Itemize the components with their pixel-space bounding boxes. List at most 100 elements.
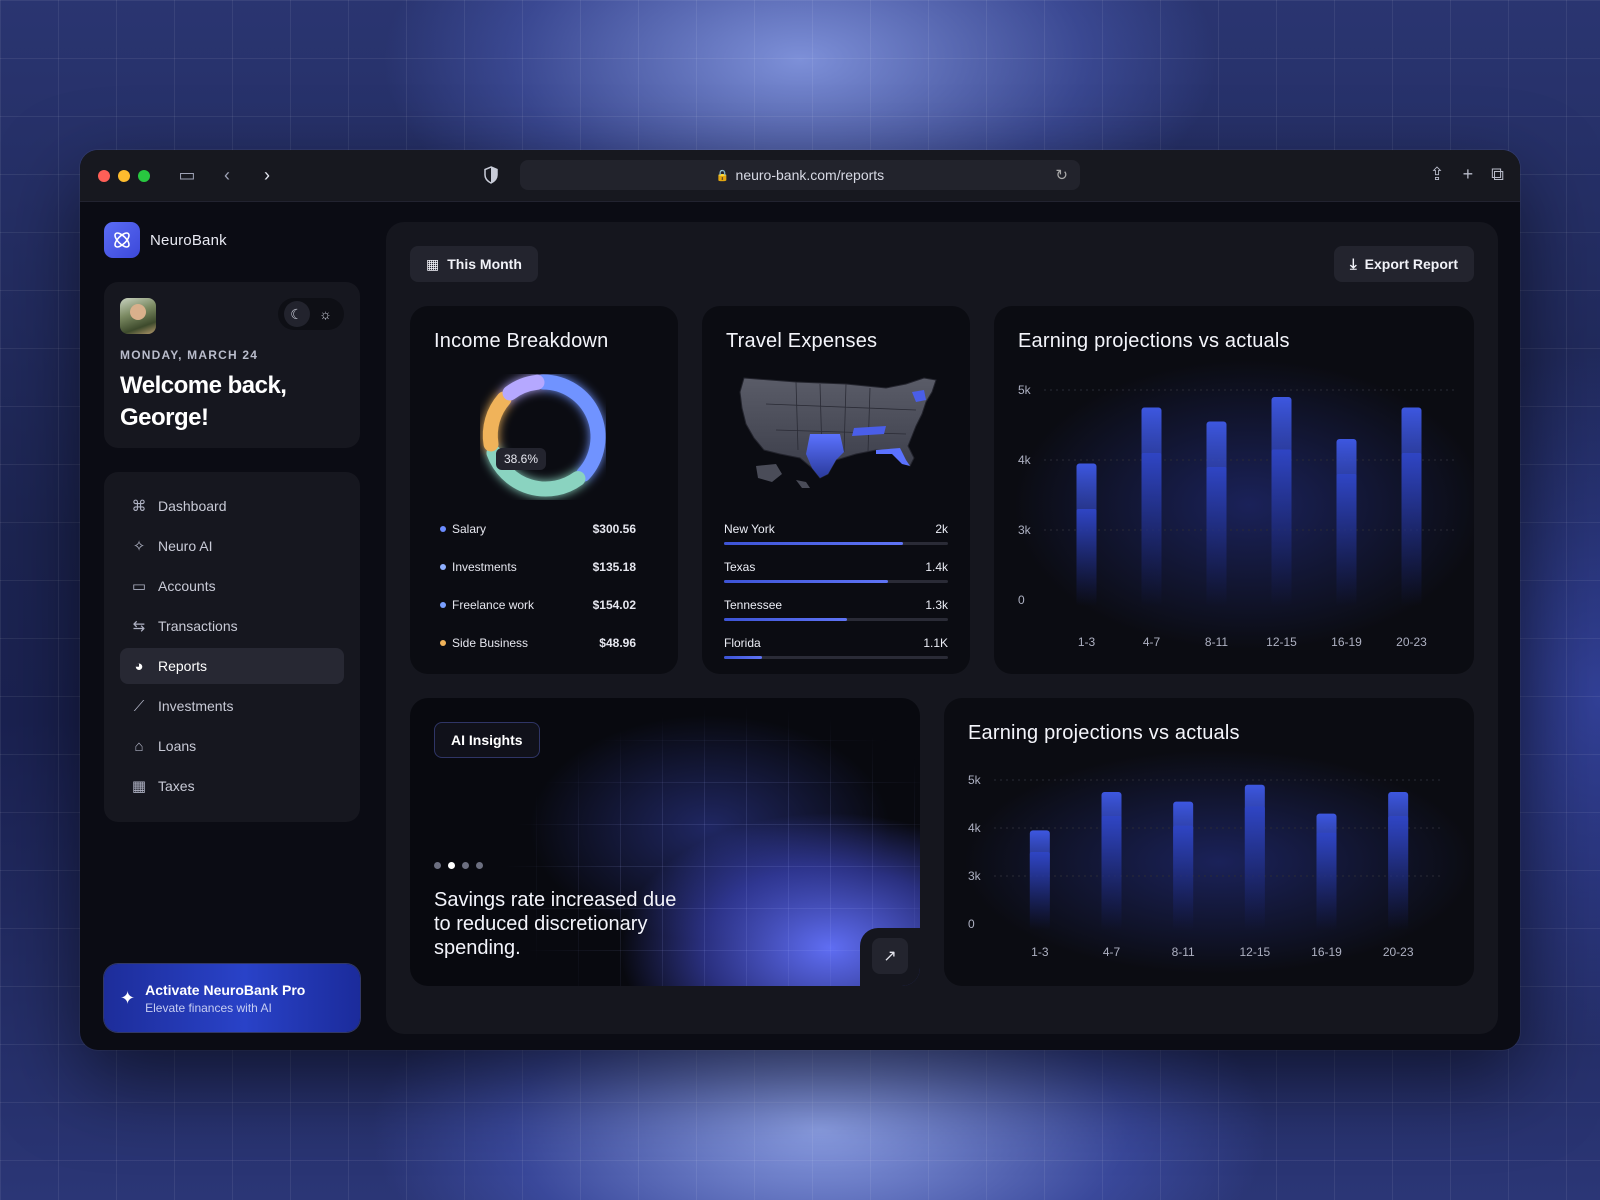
trend-icon: ⟋ xyxy=(133,697,145,715)
insights-pager xyxy=(434,862,483,869)
legend-dot xyxy=(440,526,446,532)
calendar-icon: ▦ xyxy=(426,255,440,272)
sun-icon[interactable]: ☼ xyxy=(313,301,339,327)
arrow-up-right-icon: ↗ xyxy=(883,948,897,965)
bar-actual[interactable] xyxy=(1173,825,1194,930)
minimize-window-button[interactable] xyxy=(118,169,130,182)
nav-item-taxes[interactable]: ▦ Taxes xyxy=(120,768,344,804)
donut-segment-investments[interactable] xyxy=(502,374,545,401)
wallet-icon: ▭ xyxy=(131,578,147,595)
x-tick-label: 8-11 xyxy=(1172,945,1195,959)
us-map[interactable] xyxy=(736,374,946,494)
legend-value: $300.56 xyxy=(592,522,636,536)
x-tick-label: 20-23 xyxy=(1396,635,1427,649)
nav-item-label: Neuro AI xyxy=(158,538,213,554)
bar-actual[interactable] xyxy=(1336,474,1357,606)
legend-dot xyxy=(440,602,446,608)
bar-actual[interactable] xyxy=(1206,467,1227,606)
x-tick-label: 12-15 xyxy=(1266,635,1297,649)
x-tick-label: 16-19 xyxy=(1331,635,1362,649)
travel-row-florida: Florida 1.1K xyxy=(724,636,948,659)
nav-item-dashboard[interactable]: ⌘ Dashboard xyxy=(120,488,344,524)
avatar[interactable] xyxy=(120,298,156,334)
bar-actual[interactable] xyxy=(1271,449,1292,607)
sparkles-icon: ✦ xyxy=(120,987,136,1008)
donut-segment-side-business[interactable] xyxy=(482,391,512,452)
projections-bar-chart-top[interactable]: 5k 4k 3k 0 1-3 4-7 8-11 12-15 16-19 20-23 xyxy=(994,306,1474,674)
legend-label: Investments xyxy=(452,560,517,574)
bar-actual[interactable] xyxy=(1076,509,1097,606)
travel-expenses-card: Travel Expenses New York 2k Texas 1.4k T… xyxy=(702,306,970,674)
legend-value: $135.18 xyxy=(592,560,636,574)
nav-item-neuro-ai[interactable]: ✧ Neuro AI xyxy=(120,528,344,564)
y-tick-label: 3k xyxy=(968,869,982,883)
progress-bar xyxy=(724,580,948,583)
projections-bar-chart-bottom[interactable]: 5k 4k 3k 0 1-3 4-7 8-11 12-15 16-19 20-23 xyxy=(944,698,1474,986)
close-window-button[interactable] xyxy=(98,169,110,182)
date-label: MONDAY, MARCH 24 xyxy=(120,348,259,362)
reload-icon[interactable]: ↻ xyxy=(1055,166,1068,184)
legend-label: Side Business xyxy=(452,636,529,650)
pager-dot[interactable] xyxy=(434,862,441,869)
promo-subtitle: Elevate finances with AI xyxy=(145,1000,272,1015)
maximize-window-button[interactable] xyxy=(138,169,150,182)
export-report-button[interactable]: ⤓ Export Report xyxy=(1334,246,1474,282)
nav-item-label: Investments xyxy=(158,698,234,714)
url-text: neuro-bank.com/reports xyxy=(735,167,885,183)
address-bar[interactable]: 🔒 neuro-bank.com/reports ↻ xyxy=(520,160,1080,190)
state-name: Texas xyxy=(724,560,756,574)
nav-item-loans[interactable]: ⌂ Loans xyxy=(120,728,344,764)
period-selector-button[interactable]: ▦ This Month xyxy=(410,246,538,282)
pager-dot-active[interactable] xyxy=(448,862,455,869)
tabs-overview-icon[interactable]: ⧉ xyxy=(1491,164,1504,185)
state-value: 1.4k xyxy=(925,560,948,574)
bar-actual[interactable] xyxy=(1141,453,1162,606)
bar-actual[interactable] xyxy=(1401,453,1422,606)
progress-bar xyxy=(724,542,948,545)
donut-segment-salary[interactable] xyxy=(535,374,606,482)
moon-icon[interactable]: ☾ xyxy=(283,301,310,327)
insight-text: Savings rate increased due to reduced di… xyxy=(434,889,677,959)
income-row-salary: Salary $300.56 xyxy=(440,522,636,536)
nav-item-transactions[interactable]: ⇆ Transactions xyxy=(120,608,344,644)
activate-pro-button[interactable]: ✦ Activate NeuroBank Pro Elevate finance… xyxy=(104,964,360,1032)
shield-icon[interactable] xyxy=(484,166,498,184)
open-insight-button[interactable]: ↗ xyxy=(872,938,908,974)
lock-icon: 🔒 xyxy=(715,169,730,182)
income-donut-chart[interactable] xyxy=(480,374,606,500)
map-texas[interactable] xyxy=(806,434,844,478)
bar-actual[interactable] xyxy=(1316,832,1337,930)
pager-dot[interactable] xyxy=(462,862,469,869)
income-row-side-business: Side Business $48.96 xyxy=(440,636,636,650)
new-tab-icon[interactable]: + xyxy=(1463,164,1474,185)
ai-insights-card: AI Insights Savings rate increased due t… xyxy=(410,698,920,986)
theme-toggle[interactable]: ☾ ☼ xyxy=(278,298,344,330)
progress-bar xyxy=(724,656,948,659)
nav-menu: ⌘ Dashboard ✧ Neuro AI ▭ Accounts ⇆ Tran… xyxy=(104,472,360,822)
state-name: Florida xyxy=(724,636,761,650)
forward-icon[interactable]: › xyxy=(256,165,278,186)
state-value: 1.1K xyxy=(923,636,948,650)
y-tick-label: 5k xyxy=(968,773,982,787)
brand[interactable]: NeuroBank xyxy=(104,222,360,258)
brand-name: NeuroBank xyxy=(150,231,227,249)
bar-actual[interactable] xyxy=(1029,852,1050,930)
nav-item-reports[interactable]: ◕ Reports xyxy=(120,648,344,684)
main-panel: ▦ This Month ⤓ Export Report Income Brea… xyxy=(386,222,1498,1034)
progress-fill xyxy=(724,542,904,545)
share-icon[interactable]: ⇪ xyxy=(1430,164,1445,185)
bank-icon: ⌂ xyxy=(134,737,144,755)
back-icon[interactable]: ‹ xyxy=(216,165,238,186)
nav-item-accounts[interactable]: ▭ Accounts xyxy=(120,568,344,604)
bar-actual[interactable] xyxy=(1244,806,1265,930)
income-row-freelance: Freelance work $154.02 xyxy=(440,598,636,612)
sidebar-toggle-icon[interactable]: ▭ xyxy=(176,165,198,186)
x-tick-label: 1-3 xyxy=(1031,945,1049,959)
pager-dot[interactable] xyxy=(476,862,483,869)
state-name: New York xyxy=(724,522,775,536)
nav-item-investments[interactable]: ⟋ Investments xyxy=(120,688,344,724)
bar-actual[interactable] xyxy=(1388,816,1409,930)
bar-actual[interactable] xyxy=(1101,816,1122,930)
y-tick-label: 3k xyxy=(1018,523,1032,537)
nav-item-label: Dashboard xyxy=(158,498,227,514)
